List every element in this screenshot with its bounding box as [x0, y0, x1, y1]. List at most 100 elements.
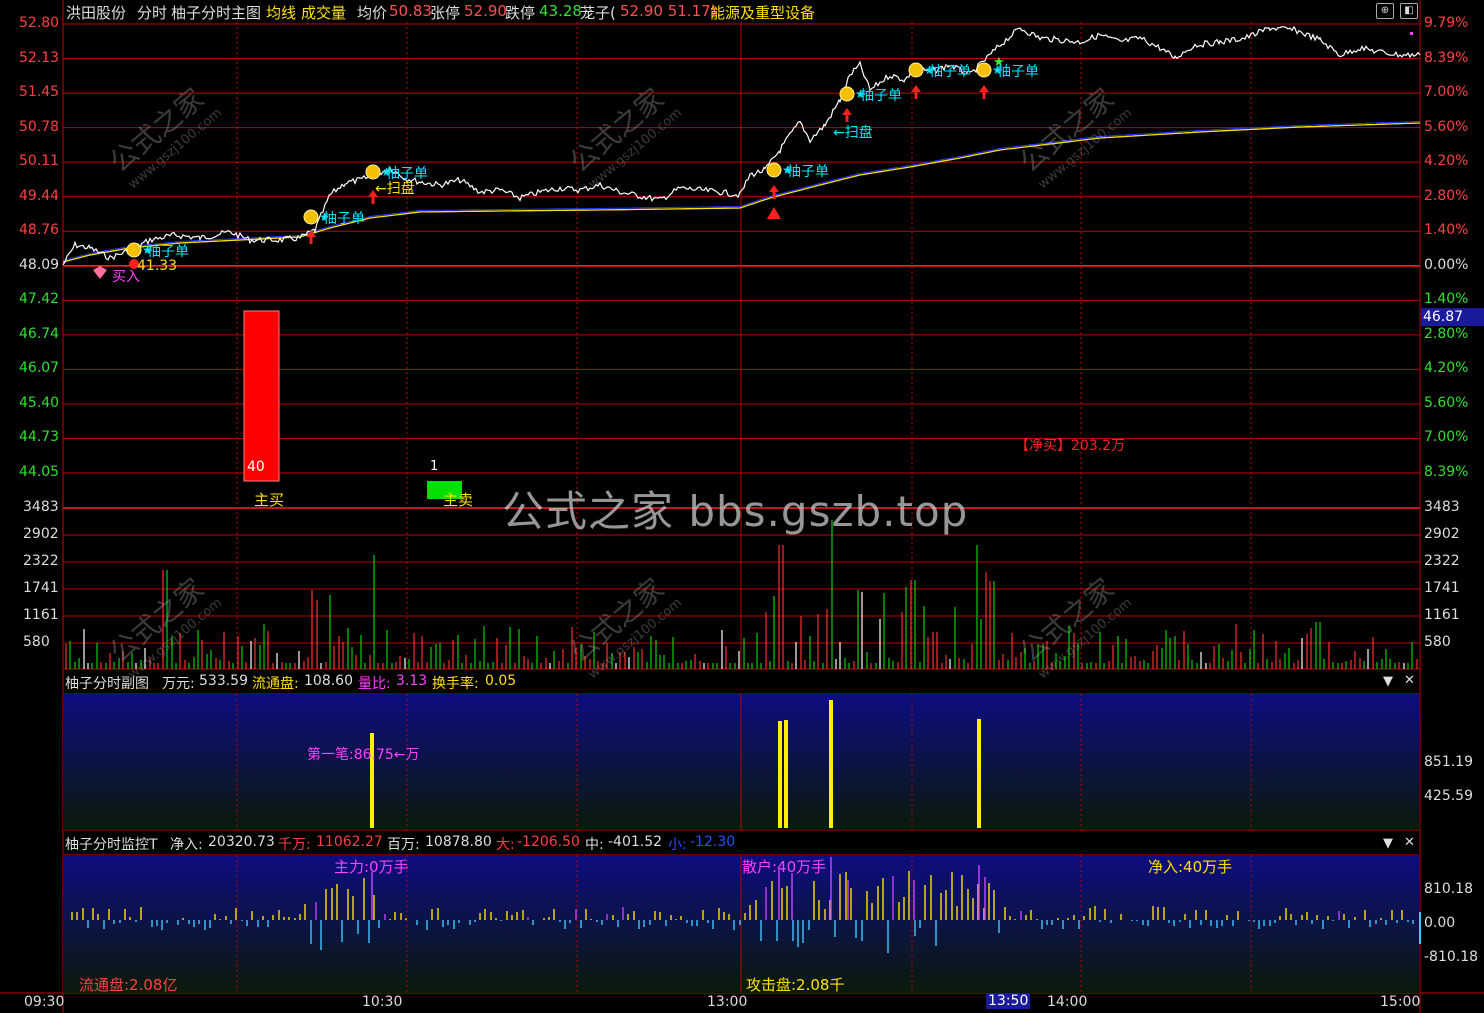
sub1-ratio-value: 3.13 [396, 673, 428, 689]
tag-label: 柚子单 [787, 164, 829, 180]
yL-label: 52.13 [19, 49, 60, 66]
sub2-dropdown-icon[interactable]: ▼ [1383, 836, 1393, 851]
yL-label: 46.74 [19, 325, 60, 342]
sub1-wan-label: 万元: [162, 676, 195, 692]
float-cap-label: 流通盘:2.08亿 [79, 976, 178, 994]
dot-marker [1410, 32, 1413, 35]
watermark-text: 公式之家 bbs.gszb.top [502, 487, 969, 536]
sub2-title-bar: 柚子分时监控T 净入: 20320.73 千万: 11062.27 百万: 10… [63, 831, 1420, 855]
net-buy-label: 【净买】203.2万 [1015, 438, 1126, 454]
tag-label: 柚子单 [860, 88, 902, 104]
sub2-qw-value: 11062.27 [316, 834, 383, 850]
vR-label: 580 [1424, 634, 1451, 650]
sub1-title[interactable]: 柚子分时副图 [65, 673, 149, 693]
tag-label: 柚子单 [929, 64, 971, 80]
sub1-spike [784, 720, 788, 828]
vL-label: 3483 [23, 499, 59, 515]
yR-label: 2.80% [1424, 325, 1469, 342]
sub2-big-label: 大: [496, 837, 515, 853]
time-label-0930: 09:30 [24, 994, 65, 1010]
vR-label: 2902 [1424, 526, 1460, 542]
main-sell-value: 1 [430, 459, 439, 474]
yR-label: 7.00% [1424, 84, 1469, 101]
sub1-ratio-label: 量比: [358, 676, 391, 692]
yL-label: 44.05 [19, 464, 60, 481]
yR-label: 5.60% [1424, 394, 1469, 411]
time-label-1030: 10:30 [362, 994, 403, 1010]
coin-icon [766, 162, 782, 178]
diamond-icon [93, 266, 107, 279]
up-arrow-icon [842, 108, 852, 122]
triangle-up-icon [767, 207, 781, 219]
sub2-big-value: -1206.50 [517, 834, 580, 850]
sweep-label-1: ←扫盘 [375, 181, 415, 197]
main-buy-label: 主买 [254, 491, 285, 509]
sub2-net-label: 净入: [170, 837, 203, 853]
sub2-axis-1: 810.18 [1424, 881, 1473, 897]
sub2-qw-label: 千万: [278, 837, 311, 853]
time-label-1500: 15:00 [1380, 994, 1421, 1010]
sub1-title-bar: 柚子分时副图 万元: 533.59 流通盘: 108.60 量比: 3.13 换… [63, 670, 1420, 694]
yL-label: 49.44 [19, 187, 60, 204]
yR-label: 7.00% [1424, 429, 1469, 446]
sub2-mid-value: -401.52 [608, 834, 663, 850]
vR-label: 2322 [1424, 553, 1460, 569]
yR-label: 8.39% [1424, 49, 1469, 66]
signal-markers: ★★★ ★★★ ★★ [93, 32, 1413, 279]
vL-label: 2902 [23, 526, 59, 542]
main-sell-label: 主卖 [443, 491, 474, 509]
sub2-close-icon[interactable]: ✕ [1404, 835, 1415, 850]
sub1-turnover-value: 0.05 [485, 673, 517, 689]
vL-label: 1741 [23, 580, 59, 596]
coin-icon [126, 242, 142, 258]
yL-label: 50.11 [19, 153, 60, 170]
vR-label: 3483 [1424, 499, 1460, 515]
attack-label: 攻击盘:2.08千 [746, 976, 845, 994]
first-trade-label: 第一笔:86.75←万 [307, 747, 420, 763]
sub2-bw-label: 百万: [387, 837, 420, 853]
coin-icon [303, 209, 319, 225]
yL-label: 47.42 [19, 291, 60, 308]
sub1-spike [778, 721, 782, 828]
sub1-close-icon[interactable]: ✕ [1404, 673, 1415, 688]
coin-icon [976, 62, 992, 78]
sub1-dropdown-icon[interactable]: ▼ [1383, 674, 1393, 689]
vL-label: 1161 [23, 607, 59, 623]
yL-label: 44.73 [19, 429, 60, 446]
sub2-small-value: -12.30 [690, 834, 736, 850]
time-cursor-1350: 13:50 [986, 993, 1031, 1009]
sub2-small-label: 小: [668, 837, 687, 853]
yR-label: 4.20% [1424, 153, 1469, 170]
vR-label: 1741 [1424, 580, 1460, 596]
up-arrow-icon [979, 85, 989, 99]
main-force-label: 主力:0万手 [334, 858, 409, 876]
yR-label: 5.60% [1424, 118, 1469, 135]
buy-mark: 买入 [112, 269, 140, 285]
sub2-bw-value: 10878.80 [425, 834, 492, 850]
yR-label: 1.40% [1424, 291, 1469, 308]
cursor-price-tag: 46.87 [1421, 308, 1484, 326]
sub1-axis-2: 425.59 [1424, 788, 1473, 804]
yL-label: 52.80 [19, 15, 60, 31]
sub1-float-label: 流通盘: [252, 676, 299, 692]
tag-label: 柚子单 [997, 64, 1039, 80]
tag-label: 柚子单 [323, 211, 365, 227]
vL-label: 580 [23, 634, 50, 650]
yR-label: 1.40% [1424, 222, 1469, 239]
sub2-title[interactable]: 柚子分时监控T [65, 834, 158, 854]
coin-icon [365, 164, 381, 180]
vL-label: 2322 [23, 553, 59, 569]
yL-label: 48.76 [19, 222, 60, 239]
sub1-wan-value: 533.59 [199, 673, 248, 689]
coin-icon [839, 86, 855, 102]
main-buy-value: 40 [247, 459, 265, 475]
yL-label: 45.40 [19, 394, 60, 411]
yL-label: 50.78 [19, 118, 60, 135]
sub2-axis-2: 0.00 [1424, 915, 1456, 931]
vR-label: 1161 [1424, 607, 1460, 623]
sweep-label-2: ←扫盘 [833, 125, 873, 141]
main-buy-bar [243, 310, 280, 482]
time-label-1300: 13:00 [707, 994, 748, 1010]
sub1-spike [977, 719, 981, 828]
yL-label: 48.09 [19, 256, 60, 273]
